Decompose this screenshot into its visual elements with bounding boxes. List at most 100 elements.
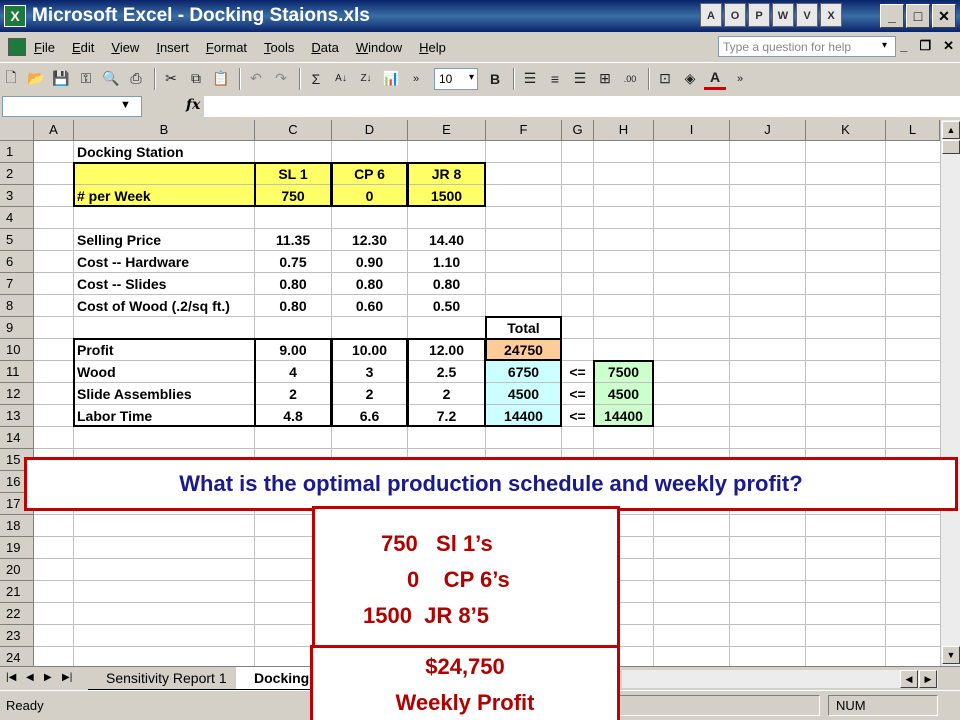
label-cell[interactable]: # per Week: [74, 185, 254, 206]
coefficient-cell[interactable]: 4.8: [255, 405, 331, 426]
more-icon[interactable]: »: [405, 68, 427, 90]
new-icon[interactable]: 🗋: [0, 68, 22, 90]
align-center-icon[interactable]: ≡: [544, 68, 566, 90]
paste-icon[interactable]: 📋: [210, 68, 232, 90]
formula-input[interactable]: [204, 96, 960, 117]
menu-edit[interactable]: Edit: [72, 40, 94, 55]
align-left-icon[interactable]: ☰: [519, 68, 541, 90]
value-cell[interactable]: 0.80: [255, 273, 331, 294]
column-header[interactable]: E: [408, 120, 486, 141]
next-sheet-icon[interactable]: ▶: [44, 672, 52, 683]
total-cell[interactable]: 6750: [486, 361, 561, 382]
label-cell[interactable]: Cost -- Slides: [74, 273, 254, 294]
insert-function-icon[interactable]: fx: [186, 97, 200, 113]
column-header[interactable]: K: [806, 120, 886, 141]
last-sheet-icon[interactable]: ▶|: [62, 672, 72, 683]
scroll-up-icon[interactable]: ▲: [942, 121, 960, 139]
row-header[interactable]: 14: [0, 427, 34, 449]
value-cell[interactable]: 0.50: [408, 295, 485, 316]
value-cell[interactable]: 14.40: [408, 229, 485, 250]
limit-cell[interactable]: 7500: [594, 361, 653, 382]
bold-icon[interactable]: B: [484, 68, 506, 90]
save-icon[interactable]: 💾: [50, 68, 72, 90]
copy-icon[interactable]: ⧉: [185, 68, 207, 90]
visio-icon[interactable]: V: [796, 3, 818, 27]
column-header[interactable]: B: [74, 120, 255, 141]
value-cell[interactable]: 11.35: [255, 229, 331, 250]
total-cell[interactable]: 14400: [486, 405, 561, 426]
menu-format[interactable]: Format: [206, 40, 247, 55]
column-header[interactable]: I: [654, 120, 730, 141]
coefficient-cell[interactable]: 2: [408, 383, 485, 404]
label-cell[interactable]: Labor Time: [74, 405, 254, 426]
chevron-down-icon[interactable]: ▼: [120, 99, 131, 111]
row-header[interactable]: 18: [0, 515, 34, 537]
limit-cell[interactable]: 14400: [594, 405, 653, 426]
coefficient-cell[interactable]: 2: [255, 383, 331, 404]
row-header[interactable]: 19: [0, 537, 34, 559]
font-color-icon[interactable]: A: [704, 68, 726, 90]
coefficient-cell[interactable]: 9.00: [255, 339, 331, 360]
decision-variable-cell[interactable]: 750: [255, 185, 331, 206]
menu-window[interactable]: Window: [356, 40, 402, 55]
menu-file[interactable]: File: [34, 40, 55, 55]
select-all-corner[interactable]: [0, 120, 34, 141]
decision-variable-cell[interactable]: 1500: [408, 185, 485, 206]
doc-minimize-button[interactable]: _: [900, 38, 907, 54]
row-header[interactable]: 5: [0, 229, 34, 251]
column-header[interactable]: C: [255, 120, 332, 141]
label-cell[interactable]: Wood: [74, 361, 254, 382]
vertical-scrollbar[interactable]: ▲ ▼: [940, 120, 960, 666]
chevron-down-icon[interactable]: ▾: [882, 40, 887, 51]
row-header[interactable]: 13: [0, 405, 34, 427]
menu-insert[interactable]: Insert: [156, 40, 189, 55]
row-header[interactable]: 7: [0, 273, 34, 295]
coefficient-cell[interactable]: 12.00: [408, 339, 485, 360]
operator-cell[interactable]: <=: [562, 383, 593, 404]
sort-desc-icon[interactable]: Z↓: [355, 68, 377, 90]
coefficient-cell[interactable]: 2: [332, 383, 407, 404]
row-header[interactable]: 8: [0, 295, 34, 317]
excel-app-icon[interactable]: X: [4, 5, 26, 27]
coefficient-cell[interactable]: 6.6: [332, 405, 407, 426]
excel-icon[interactable]: X: [820, 3, 842, 27]
column-header[interactable]: F: [486, 120, 562, 141]
operator-cell[interactable]: <=: [562, 361, 593, 382]
coefficient-cell[interactable]: 2.5: [408, 361, 485, 382]
decimal-icon[interactable]: .00: [619, 68, 641, 90]
label-cell[interactable]: Cost -- Hardware: [74, 251, 254, 272]
chart-icon[interactable]: 📊: [380, 68, 402, 90]
row-header[interactable]: 12: [0, 383, 34, 405]
more-icon[interactable]: »: [729, 68, 751, 90]
total-cell[interactable]: 4500: [486, 383, 561, 404]
print-preview-icon[interactable]: 🔍: [100, 68, 122, 90]
value-cell[interactable]: 0.80: [332, 273, 407, 294]
scroll-right-icon[interactable]: ▶: [919, 670, 937, 688]
product-header-cell[interactable]: JR 8: [408, 163, 485, 184]
sort-asc-icon[interactable]: A↓: [330, 68, 352, 90]
value-cell[interactable]: 1.10: [408, 251, 485, 272]
column-header[interactable]: G: [562, 120, 594, 141]
value-cell[interactable]: 0.75: [255, 251, 331, 272]
first-sheet-icon[interactable]: |◀: [6, 672, 16, 683]
merge-center-icon[interactable]: ⊞: [594, 68, 616, 90]
total-header-cell[interactable]: Total: [486, 317, 561, 338]
word-icon[interactable]: W: [772, 3, 794, 27]
print-icon[interactable]: ⎙: [125, 68, 147, 90]
menu-tools[interactable]: Tools: [264, 40, 294, 55]
outlook-icon[interactable]: O: [724, 3, 746, 27]
column-header[interactable]: L: [886, 120, 940, 141]
row-header[interactable]: 11: [0, 361, 34, 383]
value-cell[interactable]: 0.80: [408, 273, 485, 294]
horizontal-scrollbar[interactable]: ◀ ▶: [622, 670, 938, 688]
row-header[interactable]: 6: [0, 251, 34, 273]
fill-color-icon[interactable]: ◈: [679, 68, 701, 90]
value-cell[interactable]: 12.30: [332, 229, 407, 250]
row-header[interactable]: 22: [0, 603, 34, 625]
doc-restore-button[interactable]: ❐: [919, 38, 931, 54]
decision-variable-cell[interactable]: 0: [332, 185, 407, 206]
ask-question-input[interactable]: Type a question for help: [718, 36, 896, 57]
product-header-cell[interactable]: CP 6: [332, 163, 407, 184]
menu-data[interactable]: Data: [311, 40, 338, 55]
row-header[interactable]: 3: [0, 185, 34, 207]
